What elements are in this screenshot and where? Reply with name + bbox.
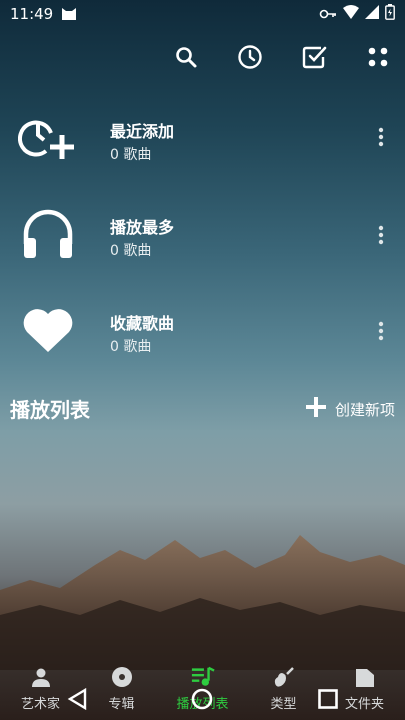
wifi-icon xyxy=(343,5,359,23)
more-vert-icon[interactable] xyxy=(371,120,391,154)
tab-label: 文件夹 xyxy=(344,697,384,712)
create-playlist-button[interactable]: 创建新项 xyxy=(305,396,395,422)
status-bar: 11:49 xyxy=(0,0,405,28)
album-icon xyxy=(110,665,134,689)
tab-genres[interactable]: 类型 xyxy=(243,664,324,720)
library-item-recent[interactable]: 最近添加 0 歌曲 xyxy=(0,98,405,178)
library-item-subtitle: 0 歌曲 xyxy=(110,339,152,355)
playlists-section: 播放列表 创建新项 xyxy=(0,390,405,426)
person-icon xyxy=(29,665,53,689)
tab-albums[interactable]: 专辑 xyxy=(81,664,162,720)
recents-icon[interactable] xyxy=(317,688,339,710)
more-vert-icon[interactable] xyxy=(371,218,391,252)
library-item-title: 播放最多 xyxy=(110,218,175,237)
more-grid-icon[interactable] xyxy=(361,40,395,74)
heart-icon xyxy=(18,300,78,360)
library-item-favorites[interactable]: 收藏歌曲 0 歌曲 xyxy=(0,290,405,370)
battery-icon xyxy=(385,4,395,24)
library-item-title: 收藏歌曲 xyxy=(110,314,175,333)
cat-notification-icon xyxy=(61,7,77,21)
playlist-icon xyxy=(191,665,215,689)
playlists-heading: 播放列表 xyxy=(10,398,90,422)
library-item-subtitle: 0 歌曲 xyxy=(110,243,152,259)
plus-icon xyxy=(305,396,327,422)
recent-add-icon xyxy=(18,108,78,168)
top-toolbar xyxy=(169,40,395,74)
headphones-icon xyxy=(18,204,78,264)
tab-label: 专辑 xyxy=(108,697,135,712)
select-icon[interactable] xyxy=(297,40,331,74)
library-item-most-played[interactable]: 播放最多 0 歌曲 xyxy=(0,194,405,274)
tab-label: 类型 xyxy=(270,697,297,712)
tab-label: 艺术家 xyxy=(20,697,60,712)
more-vert-icon[interactable] xyxy=(371,314,391,348)
status-time: 11:49 xyxy=(10,5,54,23)
library-item-title: 最近添加 xyxy=(110,122,175,141)
create-playlist-label: 创建新项 xyxy=(334,400,395,419)
folder-icon xyxy=(353,665,377,689)
library-item-subtitle: 0 歌曲 xyxy=(110,147,152,163)
key-icon xyxy=(319,5,337,23)
signal-icon xyxy=(365,5,379,23)
home-icon[interactable] xyxy=(191,688,213,710)
back-icon[interactable] xyxy=(66,688,88,710)
history-icon[interactable] xyxy=(233,40,267,74)
search-icon[interactable] xyxy=(169,40,203,74)
mountain-background xyxy=(0,535,405,670)
guitar-icon xyxy=(272,665,296,689)
